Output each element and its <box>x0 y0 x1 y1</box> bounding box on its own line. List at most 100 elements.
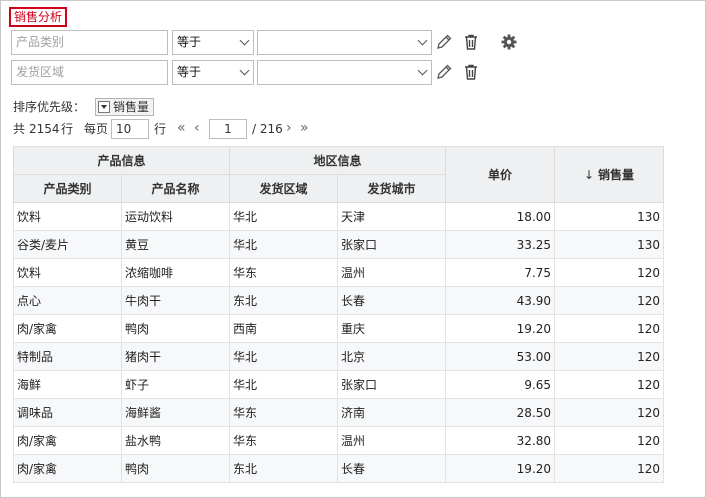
total-pages: / 216 <box>252 122 283 136</box>
cell-category: 肉/家禽 <box>13 314 122 343</box>
cell-ship-city: 张家口 <box>337 230 447 259</box>
cell-product-name: 海鲜酱 <box>120 398 231 427</box>
cell-ship-region: 华北 <box>229 370 339 399</box>
cell-unit-price: 53.00 <box>445 342 556 371</box>
cell-sales-qty: 120 <box>554 342 665 371</box>
header-sales-qty[interactable]: ↓ 销售量 <box>554 146 665 203</box>
filter-operator-value: 等于 <box>177 65 202 79</box>
total-prefix: 共 <box>13 122 26 136</box>
cell-unit-price: 19.20 <box>445 314 556 343</box>
cell-ship-region: 东北 <box>229 454 339 483</box>
next-page-icon[interactable]: › <box>286 118 292 138</box>
total-suffix: 行 <box>61 122 74 136</box>
cell-unit-price: 9.65 <box>445 370 556 399</box>
table-row[interactable]: 饮料 运动饮料 华北 天津 18.00 130 <box>13 202 665 231</box>
cell-unit-price: 32.80 <box>445 426 556 455</box>
delete-trash-icon[interactable] <box>462 33 480 51</box>
cell-ship-city: 长春 <box>337 286 447 315</box>
prev-page-icon[interactable]: ‹ <box>194 118 200 138</box>
cell-unit-price: 18.00 <box>445 202 556 231</box>
sort-chip-sales[interactable]: 销售量 <box>95 98 155 116</box>
header-region-info: 地区信息 <box>229 146 447 175</box>
chevron-down-icon <box>239 65 250 76</box>
table-row[interactable]: 特制品 猪肉干 华北 北京 53.00 120 <box>13 342 665 371</box>
table-row[interactable]: 谷类/麦片 黄豆 华北 张家口 33.25 130 <box>13 230 665 259</box>
edit-pencil-icon[interactable] <box>435 33 453 51</box>
cell-product-name: 猪肉干 <box>120 342 231 371</box>
cell-sales-qty: 130 <box>554 202 665 231</box>
page-input[interactable]: 1 <box>209 119 247 139</box>
report-panel: 销售分析 产品类别 等于 发货区域 等于 排序优先级： 销售量 共 2154 行… <box>0 0 706 498</box>
cell-ship-region: 西南 <box>229 314 339 343</box>
filter-value-select[interactable] <box>257 30 432 55</box>
table-row[interactable]: 点心 牛肉干 东北 长春 43.90 120 <box>13 286 665 315</box>
cell-sales-qty: 120 <box>554 314 665 343</box>
cell-ship-city: 济南 <box>337 398 447 427</box>
header-ship-city[interactable]: 发货城市 <box>337 174 447 203</box>
sales-table: 产品信息 地区信息 单价 ↓ 销售量 产品类别 产品名称 发货区域 发货城市 饮料… <box>12 146 665 483</box>
header-unit-price[interactable]: 单价 <box>445 146 556 203</box>
cell-product-name: 虾子 <box>120 370 231 399</box>
header-product-name[interactable]: 产品名称 <box>120 174 231 203</box>
cell-category: 调味品 <box>13 398 122 427</box>
cell-ship-city: 天津 <box>337 202 447 231</box>
per-page-suffix: 行 <box>154 122 167 136</box>
cell-unit-price: 28.50 <box>445 398 556 427</box>
cell-sales-qty: 120 <box>554 454 665 483</box>
cell-product-name: 盐水鸭 <box>120 426 231 455</box>
header-product-info: 产品信息 <box>12 146 231 175</box>
filter-field-input[interactable]: 发货区域 <box>11 60 168 85</box>
cell-category: 肉/家禽 <box>13 426 122 455</box>
cell-ship-city: 重庆 <box>337 314 447 343</box>
cell-product-name: 鸭肉 <box>120 454 231 483</box>
filter-operator-value: 等于 <box>177 35 202 49</box>
filter-field-input[interactable]: 产品类别 <box>11 30 168 55</box>
filter-operator-select[interactable]: 等于 <box>172 30 254 55</box>
cell-sales-qty: 120 <box>554 370 665 399</box>
table-row[interactable]: 饮料 浓缩咖啡 华东 温州 7.75 120 <box>13 258 665 287</box>
table-row[interactable]: 肉/家禽 盐水鸭 华东 温州 32.80 120 <box>13 426 665 455</box>
header-ship-region[interactable]: 发货区域 <box>229 174 339 203</box>
cell-sales-qty: 120 <box>554 398 665 427</box>
cell-ship-city: 长春 <box>337 454 447 483</box>
table-row[interactable]: 调味品 海鲜酱 华东 济南 28.50 120 <box>13 398 665 427</box>
delete-trash-icon[interactable] <box>462 63 480 81</box>
table-row[interactable]: 海鲜 虾子 华北 张家口 9.65 120 <box>13 370 665 399</box>
header-category[interactable]: 产品类别 <box>13 174 122 203</box>
sort-chip-label: 销售量 <box>113 100 150 114</box>
cell-category: 饮料 <box>13 258 122 287</box>
cell-sales-qty: 120 <box>554 286 665 315</box>
cell-unit-price: 7.75 <box>445 258 556 287</box>
cell-sales-qty: 130 <box>554 230 665 259</box>
edit-pencil-icon[interactable] <box>435 63 453 81</box>
table-row[interactable]: 肉/家禽 鸭肉 西南 重庆 19.20 120 <box>13 314 665 343</box>
chevron-down-icon <box>417 65 428 76</box>
cell-unit-price: 19.20 <box>445 454 556 483</box>
gear-icon[interactable] <box>500 33 518 51</box>
cell-ship-region: 华北 <box>229 202 339 231</box>
cell-unit-price: 33.25 <box>445 230 556 259</box>
cell-category: 海鲜 <box>13 370 122 399</box>
cell-category: 特制品 <box>13 342 122 371</box>
report-title: 销售分析 <box>9 7 68 27</box>
table-row[interactable]: 肉/家禽 鸭肉 东北 长春 19.20 120 <box>13 454 665 483</box>
cell-ship-city: 张家口 <box>337 370 447 399</box>
cell-sales-qty: 120 <box>554 258 665 287</box>
cell-ship-region: 华东 <box>229 398 339 427</box>
sort-desc-arrow-icon: ↓ <box>583 168 595 182</box>
cell-sales-qty: 120 <box>554 426 665 455</box>
cell-unit-price: 43.90 <box>445 286 556 315</box>
first-page-icon[interactable]: « <box>177 118 186 138</box>
cell-category: 谷类/麦片 <box>13 230 122 259</box>
per-page-label: 每页 <box>84 122 109 136</box>
cell-product-name: 鸭肉 <box>120 314 231 343</box>
filter-operator-select[interactable]: 等于 <box>172 60 254 85</box>
filter-value-select[interactable] <box>257 60 432 85</box>
sort-priority: 排序优先级： 销售量 <box>13 97 155 117</box>
chevron-down-icon <box>417 35 428 46</box>
cell-ship-city: 北京 <box>337 342 447 371</box>
last-page-icon[interactable]: » <box>300 118 309 138</box>
cell-ship-region: 华北 <box>229 230 339 259</box>
per-page-input[interactable]: 10 <box>111 119 149 139</box>
cell-category: 饮料 <box>13 202 122 231</box>
